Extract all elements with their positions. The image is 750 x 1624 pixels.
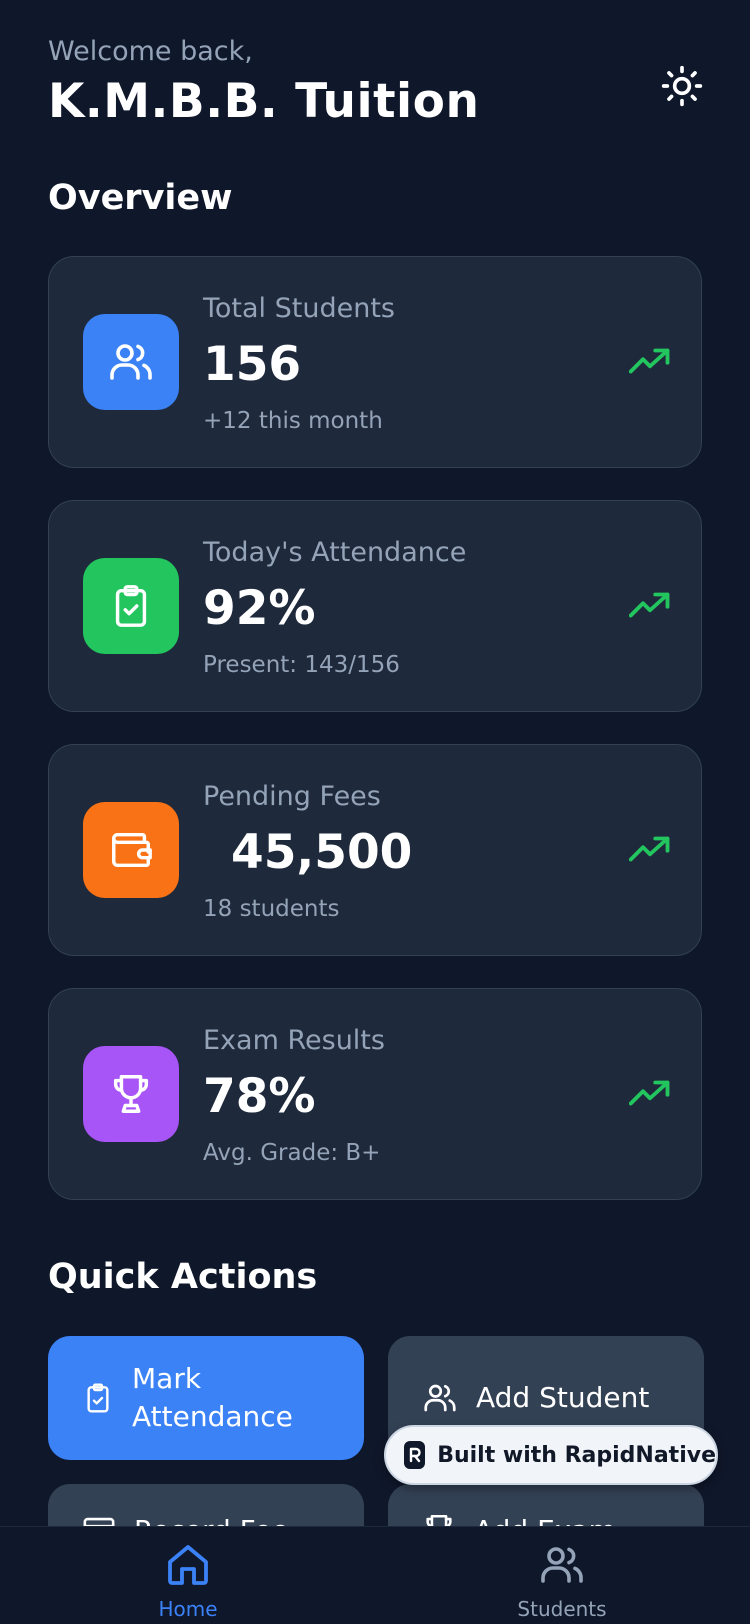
trending-up-icon bbox=[629, 836, 670, 862]
stat-value: 78% bbox=[203, 1069, 316, 1124]
trending-up-icon bbox=[629, 348, 670, 374]
header: Welcome back, K.M.B.B. Tuition bbox=[48, 32, 710, 142]
quick-actions-title: Quick Actions bbox=[48, 1257, 318, 1297]
users-icon bbox=[541, 1547, 583, 1583]
stat-subtext: Present: 143/156 bbox=[203, 652, 400, 678]
rapidnative-logo-icon bbox=[404, 1441, 426, 1469]
stat-icon-box bbox=[83, 1046, 179, 1142]
stat-subtext: 18 students bbox=[203, 896, 340, 922]
tab-home[interactable]: Home bbox=[88, 1527, 288, 1624]
bottom-tab-bar: Home Students bbox=[0, 1526, 750, 1624]
stat-icon-box bbox=[83, 802, 179, 898]
tab-students[interactable]: Students bbox=[462, 1527, 662, 1624]
clipboard-check-icon bbox=[87, 1383, 109, 1413]
sun-icon bbox=[661, 65, 703, 107]
trophy-icon bbox=[113, 1075, 149, 1113]
stat-icon-box bbox=[83, 314, 179, 410]
stat-label: Exam Results bbox=[203, 1025, 385, 1056]
badge-text: Built with RapidNative bbox=[437, 1442, 716, 1468]
stat-card-exam-results[interactable]: Exam Results 78% Avg. Grade: B+ bbox=[48, 988, 702, 1200]
welcome-text: Welcome back, bbox=[48, 36, 253, 67]
stat-icon-box bbox=[83, 558, 179, 654]
action-label: Mark Attendance bbox=[132, 1362, 293, 1433]
clipboard-check-icon bbox=[115, 585, 147, 627]
trending-up-icon bbox=[629, 1080, 670, 1106]
tab-label: Students bbox=[517, 1597, 607, 1621]
tab-label: Home bbox=[158, 1597, 218, 1621]
dashboard-screen: Welcome back, K.M.B.B. Tuition Overview … bbox=[0, 0, 750, 1624]
stat-label: Today's Attendance bbox=[203, 537, 467, 568]
stat-card-total-students[interactable]: Total Students 156 +12 this month bbox=[48, 256, 702, 468]
stat-value: 92% bbox=[203, 581, 316, 636]
wallet-icon bbox=[112, 832, 152, 868]
action-label: Add Student bbox=[476, 1381, 650, 1414]
home-icon bbox=[168, 1545, 208, 1585]
stat-subtext: +12 this month bbox=[203, 408, 383, 434]
stat-label: Total Students bbox=[203, 293, 395, 324]
stat-card-attendance[interactable]: Today's Attendance 92% Present: 143/156 bbox=[48, 500, 702, 712]
stat-label: Pending Fees bbox=[203, 781, 381, 812]
stat-subtext: Avg. Grade: B+ bbox=[203, 1140, 381, 1166]
users-icon bbox=[424, 1384, 456, 1412]
trending-up-icon bbox=[629, 592, 670, 618]
theme-toggle-button[interactable] bbox=[654, 58, 710, 114]
overview-title: Overview bbox=[48, 178, 233, 218]
mark-attendance-button[interactable]: Mark Attendance bbox=[48, 1336, 364, 1460]
built-with-badge[interactable]: Built with RapidNative bbox=[384, 1425, 718, 1485]
page-title: K.M.B.B. Tuition bbox=[48, 74, 480, 129]
users-icon bbox=[110, 344, 152, 380]
stat-card-pending-fees[interactable]: Pending Fees 45,500 18 students bbox=[48, 744, 702, 956]
stat-value: 45,500 bbox=[231, 825, 413, 880]
stat-value: 156 bbox=[203, 337, 302, 392]
